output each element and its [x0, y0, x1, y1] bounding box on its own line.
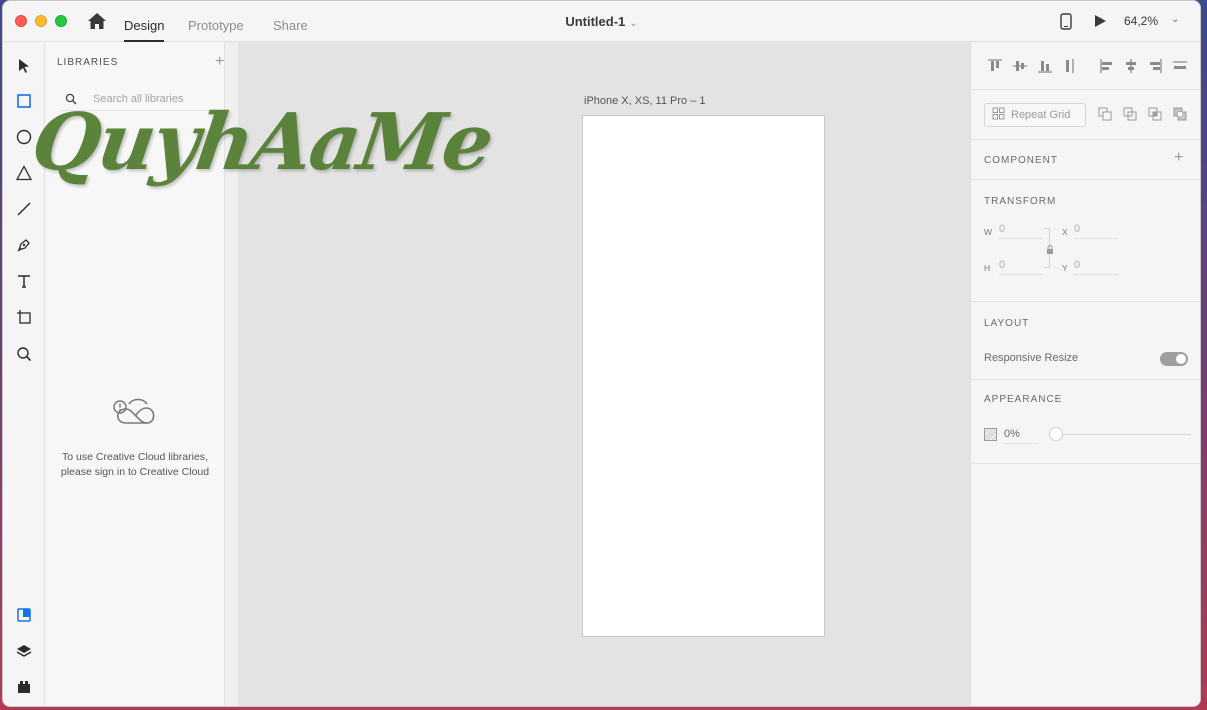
align-top-icon[interactable]: [987, 58, 1003, 74]
x-field[interactable]: 0: [1074, 223, 1118, 239]
align-section: [971, 42, 1200, 90]
responsive-resize-label: Responsive Resize: [984, 352, 1079, 364]
title-bar: Design Prototype Share Untitled-1 ⌄ 64,2%…: [3, 1, 1200, 42]
layout-title: LAYOUT: [984, 318, 1030, 329]
select-tool-icon[interactable]: [14, 56, 34, 76]
component-section: COMPONENT +: [971, 140, 1200, 180]
tools-toolbar: [3, 42, 45, 706]
boolean-exclude-icon[interactable]: [1173, 107, 1187, 121]
maximize-window-button[interactable]: [55, 15, 67, 27]
width-field[interactable]: 0: [999, 223, 1043, 239]
transform-title: TRANSFORM: [984, 196, 1057, 207]
distribute-vertical-icon[interactable]: [1062, 58, 1078, 74]
tab-design[interactable]: Design: [124, 18, 165, 42]
appearance-title: APPEARANCE: [984, 394, 1063, 405]
panel-divider[interactable]: [225, 42, 239, 706]
libraries-title: LIBRARIES: [57, 57, 119, 68]
artboard-label[interactable]: iPhone X, XS, 11 Pro – 1: [584, 95, 705, 107]
zoom-tool-icon[interactable]: [14, 344, 34, 364]
align-left-icon[interactable]: [1099, 58, 1115, 74]
libraries-panel: LIBRARIES + To use Creative Cloud librar…: [45, 42, 225, 706]
transform-section: TRANSFORM W 0 H 0 X 0 Y 0: [971, 180, 1200, 302]
width-label: W: [984, 227, 993, 237]
zoom-chevron-down-icon[interactable]: ⌄: [1171, 14, 1179, 25]
height-label: H: [984, 263, 991, 273]
search-input[interactable]: [93, 89, 221, 109]
opacity-icon: [984, 428, 997, 441]
boolean-intersect-icon[interactable]: [1148, 107, 1162, 121]
x-label: X: [1062, 227, 1068, 237]
layout-section: LAYOUT Responsive Resize: [971, 302, 1200, 380]
tab-prototype[interactable]: Prototype: [188, 18, 244, 42]
responsive-resize-toggle[interactable]: [1160, 352, 1188, 366]
tab-share[interactable]: Share: [273, 18, 308, 42]
home-icon[interactable]: [87, 12, 107, 30]
layers-icon[interactable]: [14, 641, 34, 661]
search-icon: [65, 92, 77, 110]
design-canvas[interactable]: iPhone X, XS, 11 Pro – 1: [239, 42, 970, 706]
repeat-grid-button[interactable]: Repeat Grid: [984, 103, 1086, 127]
sign-in-message: To use Creative Cloud libraries, please …: [45, 450, 225, 480]
y-label: Y: [1062, 263, 1068, 273]
creative-cloud-icon: [110, 395, 160, 431]
align-middle-icon[interactable]: [1012, 58, 1028, 74]
close-window-button[interactable]: [15, 15, 27, 27]
component-title: COMPONENT: [984, 155, 1058, 166]
boolean-add-icon[interactable]: [1098, 107, 1112, 121]
appearance-section: APPEARANCE 0%: [971, 380, 1200, 464]
polygon-tool-icon[interactable]: [14, 163, 34, 183]
distribute-horizontal-icon[interactable]: [1172, 58, 1188, 74]
document-title[interactable]: Untitled-1 ⌄: [3, 14, 1200, 29]
repeat-grid-label: Repeat Grid: [1011, 109, 1071, 121]
app-window: Design Prototype Share Untitled-1 ⌄ 64,2%…: [2, 0, 1201, 707]
opacity-slider-thumb[interactable]: [1049, 427, 1063, 441]
chevron-down-icon[interactable]: ⌄: [629, 18, 637, 29]
device-preview-icon[interactable]: [1060, 13, 1072, 30]
rectangle-tool-icon[interactable]: [14, 91, 34, 111]
opacity-slider-track[interactable]: [1051, 434, 1191, 435]
align-center-icon[interactable]: [1123, 58, 1139, 74]
y-field[interactable]: 0: [1074, 259, 1118, 275]
opacity-field[interactable]: 0%: [1004, 428, 1038, 444]
lock-icon[interactable]: [1046, 242, 1054, 260]
height-field[interactable]: 0: [999, 259, 1043, 275]
add-component-icon[interactable]: +: [1174, 149, 1183, 167]
ellipse-tool-icon[interactable]: [14, 127, 34, 147]
minimize-window-button[interactable]: [35, 15, 47, 27]
text-tool-icon[interactable]: [14, 271, 34, 291]
align-right-icon[interactable]: [1147, 58, 1163, 74]
artboard[interactable]: [582, 115, 825, 637]
sign-in-message-line2: please sign in to Creative Cloud: [60, 466, 210, 478]
zoom-level[interactable]: 64,2%: [1124, 14, 1158, 28]
document-title-text[interactable]: Untitled-1: [565, 14, 625, 29]
libraries-icon[interactable]: [14, 605, 34, 625]
repeat-grid-icon: [992, 107, 1005, 123]
align-bottom-icon[interactable]: [1037, 58, 1053, 74]
play-icon[interactable]: [1093, 14, 1107, 28]
add-library-icon[interactable]: +: [215, 53, 224, 71]
plugins-icon[interactable]: [14, 677, 34, 697]
line-tool-icon[interactable]: [14, 199, 34, 219]
library-search: [59, 89, 225, 111]
sign-in-message-line1: To use Creative Cloud libraries,: [62, 451, 208, 463]
artboard-tool-icon[interactable]: [14, 307, 34, 327]
boolean-subtract-icon[interactable]: [1123, 107, 1137, 121]
toggle-knob: [1176, 354, 1186, 364]
property-inspector: Repeat Grid COMPONENT + TRANSFORM W 0 H: [970, 42, 1200, 706]
pen-tool-icon[interactable]: [14, 235, 34, 255]
repeat-grid-section: Repeat Grid: [971, 90, 1200, 140]
